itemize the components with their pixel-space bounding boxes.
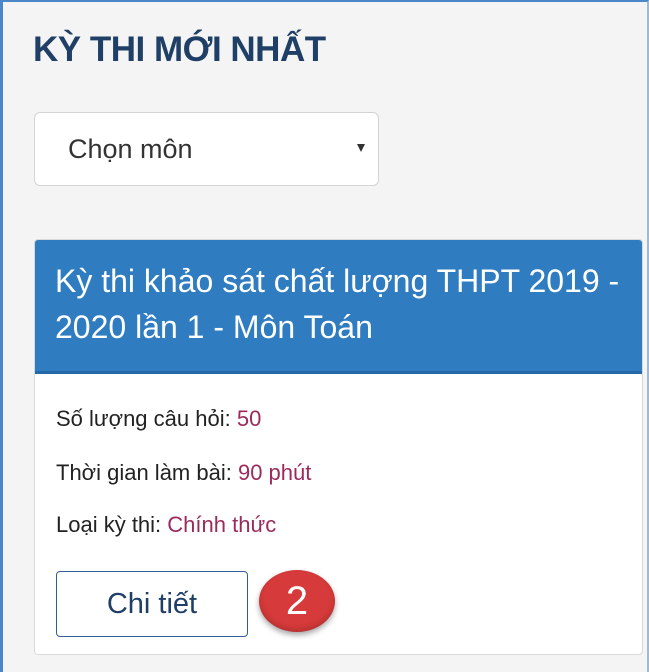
duration-row: Thời gian làm bài: 90 phút — [56, 460, 311, 486]
section-title: KỲ THI MỚI NHẤT — [33, 30, 326, 69]
duration-value: 90 phút — [237, 460, 312, 485]
step-number-badge: 2 — [259, 570, 335, 632]
subject-select[interactable]: Chọn môn — [34, 112, 379, 186]
exam-type-row: Loại kỳ thi: Chính thức — [56, 512, 276, 538]
subject-select-value: Chọn môn — [68, 134, 193, 164]
detail-button[interactable]: Chi tiết — [56, 571, 248, 637]
exam-panel: KỲ THI MỚI NHẤT Chọn môn Kỳ thi khảo sát… — [0, 0, 649, 672]
question-count-row: Số lượng câu hỏi: 50 — [56, 406, 261, 432]
question-count-value: 50 — [236, 406, 262, 431]
question-count-label: Số lượng câu hỏi: — [56, 406, 231, 431]
caret-down-icon — [357, 144, 365, 152]
exam-type-label: Loại kỳ thi: — [56, 512, 162, 537]
exam-card-title: Kỳ thi khảo sát chất lượng THPT 2019 - 2… — [55, 263, 620, 345]
exam-card-header: Kỳ thi khảo sát chất lượng THPT 2019 - 2… — [35, 240, 642, 374]
exam-card: Kỳ thi khảo sát chất lượng THPT 2019 - 2… — [34, 239, 643, 655]
duration-label: Thời gian làm bài: — [56, 460, 232, 485]
exam-type-value: Chính thức — [167, 512, 277, 537]
